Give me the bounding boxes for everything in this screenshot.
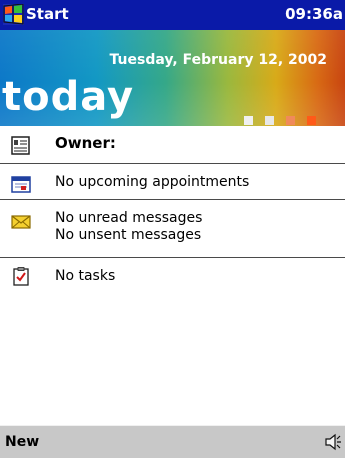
envelope-icon bbox=[11, 215, 31, 229]
divider bbox=[0, 257, 345, 258]
today-banner[interactable]: Tuesday, February 12, 2002 today bbox=[0, 30, 345, 126]
clock[interactable]: 09:36a bbox=[285, 5, 343, 23]
tasks-label: No tasks bbox=[55, 268, 116, 284]
owner-item[interactable]: Owner: bbox=[0, 132, 345, 158]
start-button[interactable]: Start bbox=[26, 5, 69, 23]
banner-date[interactable]: Tuesday, February 12, 2002 bbox=[110, 52, 327, 68]
owner-card-icon bbox=[11, 136, 30, 155]
calendar-icon bbox=[11, 176, 31, 193]
owner-label: Owner: bbox=[55, 134, 116, 152]
messages-item[interactable]: No unread messages No unsent messages bbox=[0, 203, 345, 255]
appointments-item[interactable]: No upcoming appointments bbox=[0, 167, 345, 197]
banner-square bbox=[307, 116, 316, 125]
taskbar: Start 09:36a bbox=[0, 0, 345, 30]
banner-square bbox=[244, 116, 253, 125]
banner-square bbox=[265, 116, 274, 125]
tasks-item[interactable]: No tasks bbox=[0, 261, 345, 291]
banner-square bbox=[286, 116, 295, 125]
speaker-icon[interactable] bbox=[324, 432, 342, 452]
start-windows-icon[interactable] bbox=[3, 4, 24, 25]
unread-messages-label: No unread messages bbox=[55, 210, 203, 226]
unsent-messages-label: No unsent messages bbox=[55, 227, 202, 243]
new-button[interactable]: New bbox=[5, 434, 39, 450]
divider bbox=[0, 199, 345, 200]
appointments-label: No upcoming appointments bbox=[55, 174, 250, 190]
tasks-clipboard-icon bbox=[13, 267, 29, 286]
banner-decorative-squares bbox=[244, 116, 316, 126]
menu-bar: New bbox=[0, 425, 345, 458]
banner-today-title: today bbox=[2, 74, 135, 120]
divider bbox=[0, 163, 345, 164]
